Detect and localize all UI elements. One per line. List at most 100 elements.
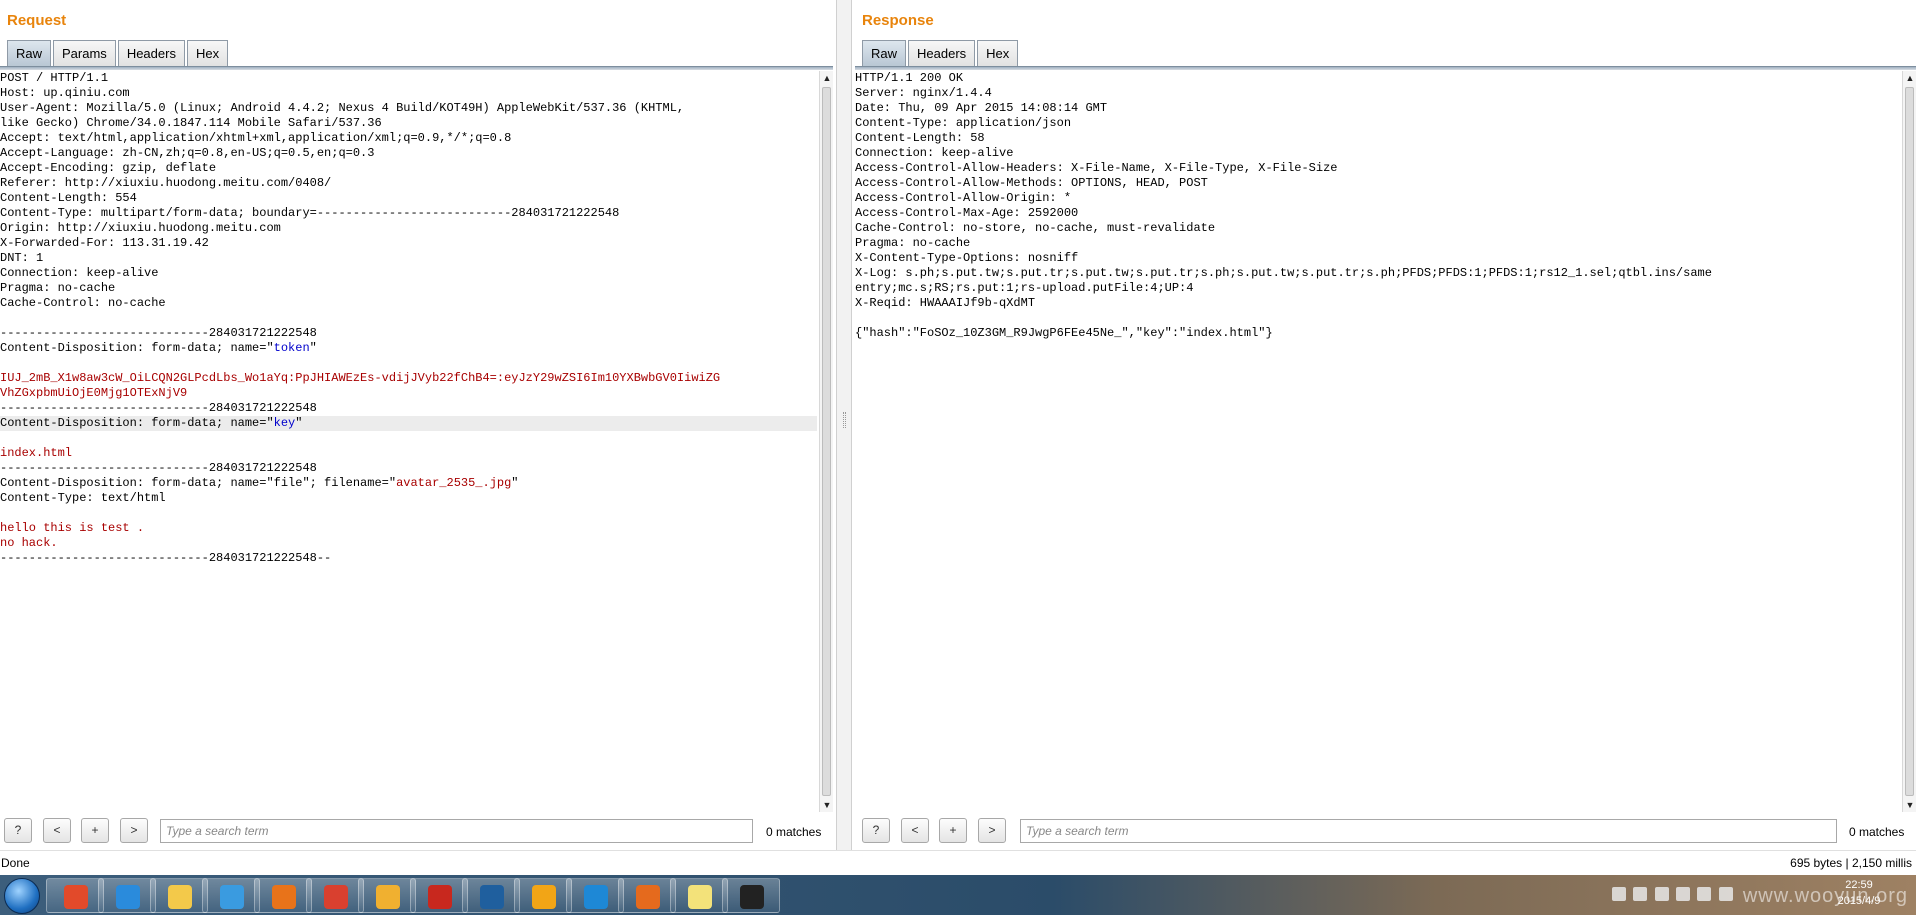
response-tab-raw[interactable]: Raw bbox=[862, 40, 907, 66]
notes-taskbar-button[interactable] bbox=[670, 878, 728, 913]
tray-flag-icon[interactable] bbox=[1676, 887, 1691, 901]
request-text-line[interactable]: Content-Disposition: form-data; name="ke… bbox=[0, 416, 817, 431]
request-tab-params[interactable]: Params bbox=[53, 40, 116, 66]
tray-help-icon[interactable] bbox=[1633, 887, 1648, 901]
response-tab-hex[interactable]: Hex bbox=[977, 40, 1019, 66]
tray-volume-icon[interactable] bbox=[1718, 887, 1733, 901]
request-text-line[interactable] bbox=[0, 431, 817, 446]
firefox-taskbar-button[interactable] bbox=[254, 878, 312, 913]
request-text-line[interactable]: -----------------------------28403172122… bbox=[0, 461, 817, 476]
request-text-line[interactable]: Content-Disposition: form-data; name="fi… bbox=[0, 476, 817, 491]
request-next-match-button[interactable]: > bbox=[120, 818, 148, 843]
request-add-button[interactable]: + bbox=[81, 818, 109, 843]
request-scroll-thumb[interactable] bbox=[822, 87, 831, 796]
response-text-line[interactable]: Content-Type: application/json bbox=[855, 116, 1900, 131]
response-text-line[interactable]: Cache-Control: no-store, no-cache, must-… bbox=[855, 221, 1900, 236]
request-text-line[interactable] bbox=[0, 356, 817, 371]
request-text-line[interactable]: IUJ_2mB_X1w8aw3cW_OiLCQN2GLPcdLbs_Wo1aYq… bbox=[0, 371, 817, 386]
request-text-line[interactable]: Host: up.qiniu.com bbox=[0, 86, 817, 101]
request-text-line[interactable]: Content-Length: 554 bbox=[0, 191, 817, 206]
request-text-line[interactable]: VhZGxpbmUiOjE0Mjg1OTExNjV9 bbox=[0, 386, 817, 401]
chrome-taskbar-button[interactable] bbox=[306, 878, 364, 913]
request-text-line[interactable]: X-Forwarded-For: 113.31.19.42 bbox=[0, 236, 817, 251]
request-text-line[interactable]: -----------------------------28403172122… bbox=[0, 326, 817, 341]
splitter-grip-icon[interactable] bbox=[843, 412, 846, 428]
request-text-line[interactable] bbox=[0, 506, 817, 521]
request-prev-match-button[interactable]: < bbox=[43, 818, 71, 843]
request-text-line[interactable]: Origin: http://xiuxiu.huodong.meitu.com bbox=[0, 221, 817, 236]
request-text-line[interactable]: index.html bbox=[0, 446, 817, 461]
response-prev-match-button[interactable]: < bbox=[901, 818, 929, 843]
response-search-input[interactable] bbox=[1020, 819, 1837, 843]
request-tab-headers[interactable]: Headers bbox=[117, 40, 185, 66]
request-text-line[interactable]: no hack. bbox=[0, 536, 817, 551]
request-text-line[interactable]: like Gecko) Chrome/34.0.1847.114 Mobile … bbox=[0, 116, 817, 131]
response-help-button[interactable]: ? bbox=[862, 818, 890, 843]
request-text-line[interactable]: hello this is test . bbox=[0, 521, 817, 536]
request-text-line[interactable]: Content-Disposition: form-data; name="to… bbox=[0, 341, 817, 356]
request-text-line[interactable]: Content-Type: text/html bbox=[0, 491, 817, 506]
request-text-line[interactable]: POST / HTTP/1.1 bbox=[0, 71, 817, 86]
bracket-app-taskbar-button[interactable] bbox=[462, 878, 520, 913]
g-app-taskbar-button[interactable] bbox=[202, 878, 260, 913]
request-text-line[interactable]: Accept: text/html,application/xhtml+xml,… bbox=[0, 131, 817, 146]
request-tab-raw[interactable]: Raw bbox=[7, 40, 52, 66]
request-raw-text[interactable]: POST / HTTP/1.1 Host: up.qiniu.com User-Ag… bbox=[0, 71, 817, 566]
response-text-line[interactable]: Access-Control-Allow-Headers: X-File-Nam… bbox=[855, 161, 1900, 176]
response-tab-headers[interactable]: Headers bbox=[908, 40, 976, 66]
response-text-line[interactable] bbox=[855, 311, 1900, 326]
burp-taskbar-button[interactable] bbox=[618, 878, 676, 913]
request-text-line[interactable]: Content-Type: multipart/form-data; bound… bbox=[0, 206, 817, 221]
filezilla-taskbar-button[interactable] bbox=[410, 878, 468, 913]
scroll-up-icon[interactable]: ▲ bbox=[1903, 71, 1916, 85]
response-text-line[interactable]: Access-Control-Allow-Origin: * bbox=[855, 191, 1900, 206]
request-text-line[interactable]: Accept-Language: zh-CN,zh;q=0.8,en-US;q=… bbox=[0, 146, 817, 161]
request-text-line[interactable]: Pragma: no-cache bbox=[0, 281, 817, 296]
request-text-line[interactable]: Cache-Control: no-cache bbox=[0, 296, 817, 311]
request-scrollbar[interactable]: ▲ ▼ bbox=[819, 71, 833, 812]
request-text-line[interactable]: Accept-Encoding: gzip, deflate bbox=[0, 161, 817, 176]
request-search-input[interactable] bbox=[160, 819, 753, 843]
tray-keyboard-icon[interactable] bbox=[1612, 887, 1626, 901]
request-text-line[interactable]: DNT: 1 bbox=[0, 251, 817, 266]
response-scrollbar[interactable]: ▲ ▼ bbox=[1902, 71, 1916, 812]
request-help-button[interactable]: ? bbox=[4, 818, 32, 843]
request-text-line[interactable]: -----------------------------28403172122… bbox=[0, 401, 817, 416]
file-explorer-taskbar-button[interactable] bbox=[150, 878, 208, 913]
response-text-line[interactable]: Access-Control-Max-Age: 2592000 bbox=[855, 206, 1900, 221]
pane-splitter[interactable] bbox=[836, 0, 852, 850]
tray-arrow-icon[interactable] bbox=[1654, 887, 1669, 901]
orange-ball-taskbar-button[interactable] bbox=[514, 878, 572, 913]
response-text-line[interactable]: Pragma: no-cache bbox=[855, 236, 1900, 251]
tray-network-icon[interactable] bbox=[1697, 887, 1712, 901]
taskbar-clock[interactable]: 22:59 2015/4/9 bbox=[1814, 877, 1904, 909]
response-add-button[interactable]: + bbox=[939, 818, 967, 843]
search-tool-taskbar-button[interactable] bbox=[358, 878, 416, 913]
internet-explorer-taskbar-button[interactable] bbox=[98, 878, 156, 913]
scroll-down-icon[interactable]: ▼ bbox=[820, 798, 834, 812]
response-text-line[interactable]: Server: nginx/1.4.4 bbox=[855, 86, 1900, 101]
start-button-icon[interactable] bbox=[4, 878, 40, 914]
request-text-line[interactable]: -----------------------------28403172122… bbox=[0, 551, 817, 566]
request-tab-hex[interactable]: Hex bbox=[186, 40, 229, 66]
response-text-line[interactable]: entry;mc.s;RS;rs.put:1;rs-upload.putFile… bbox=[855, 281, 1900, 296]
response-text-line[interactable]: HTTP/1.1 200 OK bbox=[855, 71, 1900, 86]
k-app-taskbar-button[interactable] bbox=[566, 878, 624, 913]
response-next-match-button[interactable]: > bbox=[978, 818, 1006, 843]
response-text-line[interactable]: Connection: keep-alive bbox=[855, 146, 1900, 161]
response-raw-text[interactable]: HTTP/1.1 200 OK Server: nginx/1.4.4 Date: … bbox=[855, 71, 1900, 341]
response-text-line[interactable]: Content-Length: 58 bbox=[855, 131, 1900, 146]
windows-color-taskbar-button[interactable] bbox=[46, 878, 104, 913]
response-text-line[interactable]: X-Content-Type-Options: nosniff bbox=[855, 251, 1900, 266]
response-text-line[interactable]: X-Log: s.ph;s.put.tw;s.put.tr;s.put.tw;s… bbox=[855, 266, 1900, 281]
request-text-line[interactable]: Connection: keep-alive bbox=[0, 266, 817, 281]
request-text-line[interactable]: Referer: http://xiuxiu.huodong.meitu.com… bbox=[0, 176, 817, 191]
request-editor[interactable]: POST / HTTP/1.1 Host: up.qiniu.com User-Ag… bbox=[0, 71, 817, 812]
qq-penguin-taskbar-button[interactable] bbox=[722, 878, 780, 913]
request-text-line[interactable] bbox=[0, 311, 817, 326]
request-text-line[interactable]: User-Agent: Mozilla/5.0 (Linux; Android … bbox=[0, 101, 817, 116]
response-text-line[interactable]: Access-Control-Allow-Methods: OPTIONS, H… bbox=[855, 176, 1900, 191]
response-editor[interactable]: HTTP/1.1 200 OK Server: nginx/1.4.4 Date: … bbox=[855, 71, 1900, 812]
scroll-up-icon[interactable]: ▲ bbox=[820, 71, 834, 85]
response-text-line[interactable]: Date: Thu, 09 Apr 2015 14:08:14 GMT bbox=[855, 101, 1900, 116]
